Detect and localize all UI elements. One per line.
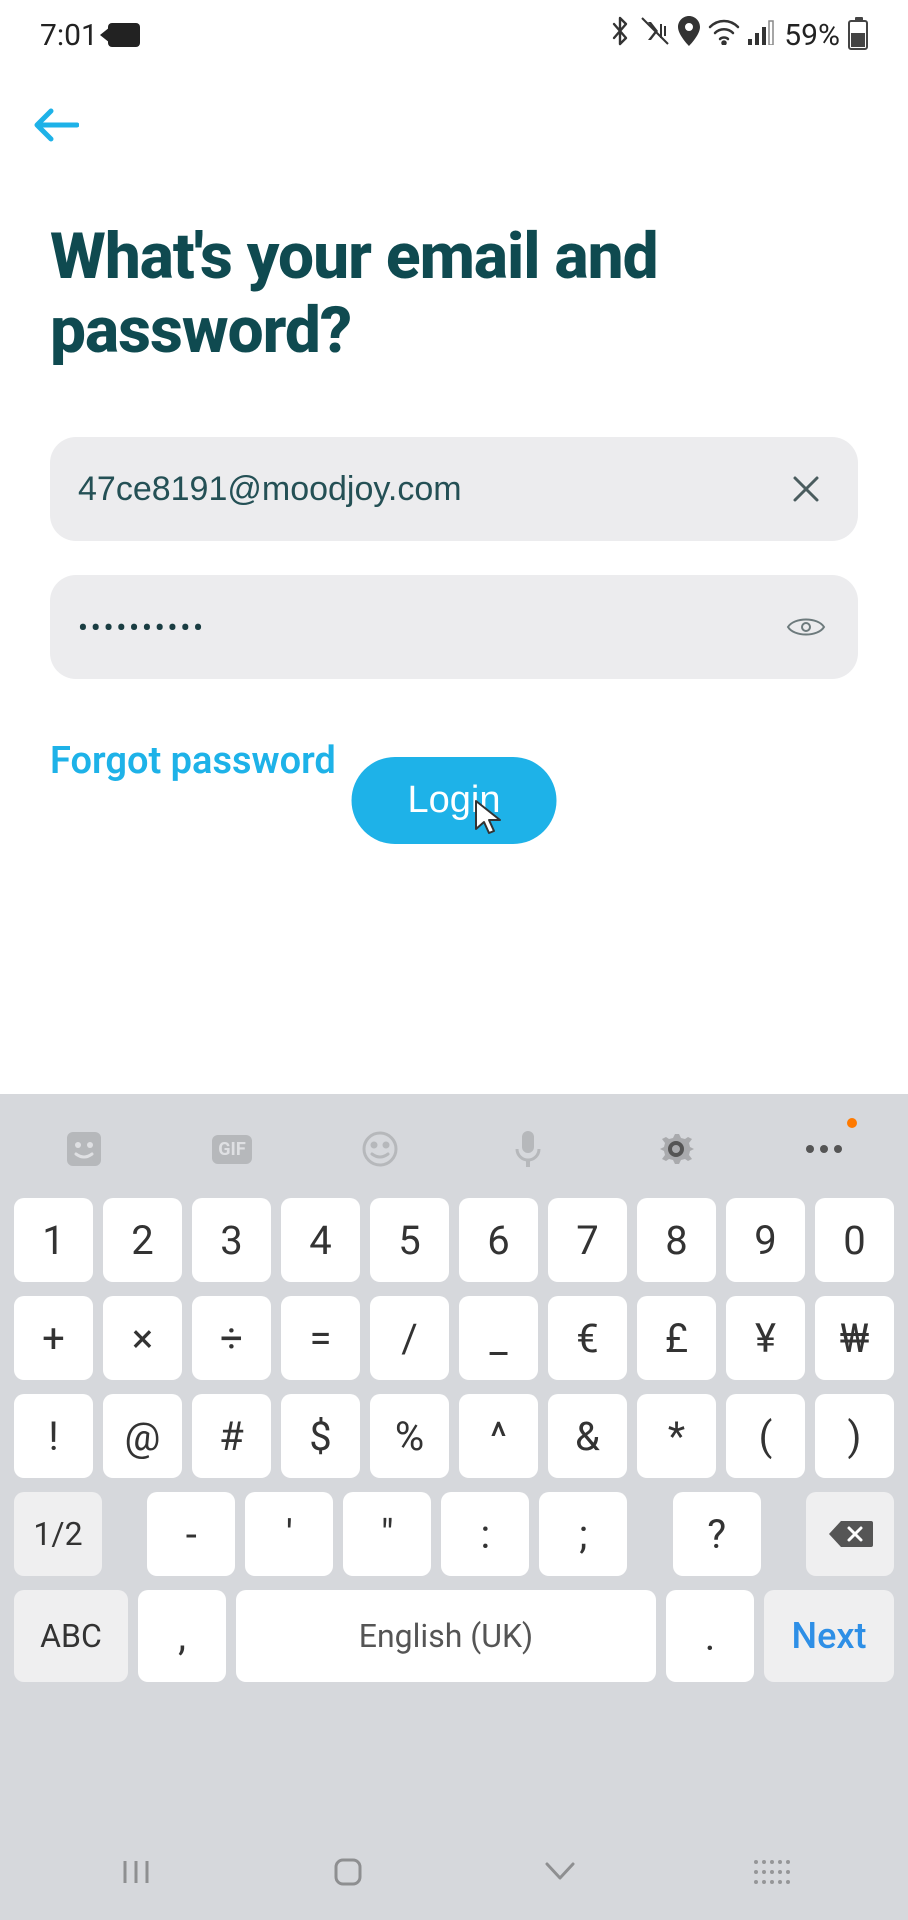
page-title: What's your email and password? bbox=[0, 160, 908, 367]
key-char[interactable]: 9 bbox=[726, 1198, 805, 1282]
email-field-container bbox=[50, 437, 858, 541]
key-char[interactable]: 0 bbox=[815, 1198, 894, 1282]
key-char[interactable]: $ bbox=[281, 1394, 360, 1478]
key-char[interactable]: 2 bbox=[103, 1198, 182, 1282]
key-char[interactable]: * bbox=[637, 1394, 716, 1478]
key-char[interactable]: 1 bbox=[14, 1198, 93, 1282]
more-icon[interactable] bbox=[797, 1122, 851, 1176]
kb-row-5: ABC , English (UK) . Next bbox=[14, 1590, 894, 1682]
soft-keyboard: GIF 1234567890 +×÷=/_€£¥₩ !@#$%^&*() 1/2… bbox=[0, 1094, 908, 1920]
key-char[interactable]: 3 bbox=[192, 1198, 271, 1282]
key-char[interactable]: - bbox=[147, 1492, 235, 1576]
back-button[interactable] bbox=[30, 100, 80, 150]
key-char[interactable]: & bbox=[548, 1394, 627, 1478]
key-char[interactable]: @ bbox=[103, 1394, 182, 1478]
signal-icon bbox=[748, 18, 776, 53]
status-bar: 7:01 59% bbox=[0, 0, 908, 70]
key-char[interactable]: ; bbox=[539, 1492, 627, 1576]
password-input[interactable]: •••••••••• bbox=[78, 611, 782, 644]
key-char[interactable]: ' bbox=[245, 1492, 333, 1576]
gif-icon[interactable]: GIF bbox=[205, 1122, 259, 1176]
settings-icon[interactable] bbox=[649, 1122, 703, 1176]
key-char[interactable]: ( bbox=[726, 1394, 805, 1478]
nav-recents-icon[interactable] bbox=[106, 1852, 166, 1892]
password-field-container: •••••••••• bbox=[50, 575, 858, 679]
key-char[interactable]: 7 bbox=[548, 1198, 627, 1282]
key-char[interactable]: 6 bbox=[459, 1198, 538, 1282]
status-battery-pct: 59% bbox=[784, 18, 840, 53]
key-char[interactable]: ÷ bbox=[192, 1296, 271, 1380]
mic-icon[interactable] bbox=[501, 1122, 555, 1176]
key-char[interactable]: % bbox=[370, 1394, 449, 1478]
vibrate-icon bbox=[640, 16, 670, 54]
key-char[interactable]: = bbox=[281, 1296, 360, 1380]
login-button-label: Login bbox=[408, 779, 501, 822]
key-char[interactable]: £ bbox=[637, 1296, 716, 1380]
key-char[interactable]: ^ bbox=[459, 1394, 538, 1478]
kb-row-3: !@#$%^&*() bbox=[14, 1394, 894, 1478]
key-backspace[interactable] bbox=[806, 1492, 894, 1576]
key-char[interactable]: 8 bbox=[637, 1198, 716, 1282]
key-char[interactable]: : bbox=[441, 1492, 529, 1576]
key-period[interactable]: . bbox=[666, 1590, 754, 1682]
nav-home-icon[interactable] bbox=[318, 1852, 378, 1892]
key-comma[interactable]: , bbox=[138, 1590, 226, 1682]
login-button[interactable]: Login bbox=[352, 757, 557, 844]
key-char[interactable]: ? bbox=[673, 1492, 761, 1576]
key-char[interactable]: ) bbox=[815, 1394, 894, 1478]
key-mode-abc[interactable]: ABC bbox=[14, 1590, 128, 1682]
emoji-icon[interactable] bbox=[353, 1122, 407, 1176]
kb-row-1: 1234567890 bbox=[14, 1198, 894, 1282]
key-char[interactable]: # bbox=[192, 1394, 271, 1478]
kb-row-2: +×÷=/_€£¥₩ bbox=[14, 1296, 894, 1380]
key-symbol-page[interactable]: 1/2 bbox=[14, 1492, 102, 1576]
key-action-next[interactable]: Next bbox=[764, 1590, 894, 1682]
email-input[interactable] bbox=[78, 470, 782, 509]
sticker-icon[interactable] bbox=[57, 1122, 111, 1176]
wifi-icon bbox=[708, 18, 740, 53]
nav-back-icon[interactable] bbox=[530, 1852, 590, 1892]
key-char[interactable]: ₩ bbox=[815, 1296, 894, 1380]
bluetooth-icon bbox=[608, 16, 632, 54]
camera-icon bbox=[108, 23, 140, 47]
key-char[interactable]: 4 bbox=[281, 1198, 360, 1282]
location-icon bbox=[678, 16, 700, 54]
key-space[interactable]: English (UK) bbox=[236, 1590, 656, 1682]
key-char[interactable]: × bbox=[103, 1296, 182, 1380]
key-char[interactable]: / bbox=[370, 1296, 449, 1380]
key-char[interactable]: ¥ bbox=[726, 1296, 805, 1380]
battery-icon bbox=[848, 20, 868, 50]
clear-email-button[interactable] bbox=[782, 465, 830, 513]
nav-keyboard-icon[interactable] bbox=[742, 1852, 802, 1892]
key-char[interactable]: + bbox=[14, 1296, 93, 1380]
toggle-password-visibility-button[interactable] bbox=[782, 603, 830, 651]
status-time: 7:01 bbox=[40, 18, 98, 53]
key-char[interactable]: € bbox=[548, 1296, 627, 1380]
kb-row-4: 1/2 - ' " : ; ? bbox=[14, 1492, 894, 1576]
key-char[interactable]: " bbox=[343, 1492, 431, 1576]
key-char[interactable]: ! bbox=[14, 1394, 93, 1478]
key-char[interactable]: 5 bbox=[370, 1198, 449, 1282]
key-char[interactable]: _ bbox=[459, 1296, 538, 1380]
